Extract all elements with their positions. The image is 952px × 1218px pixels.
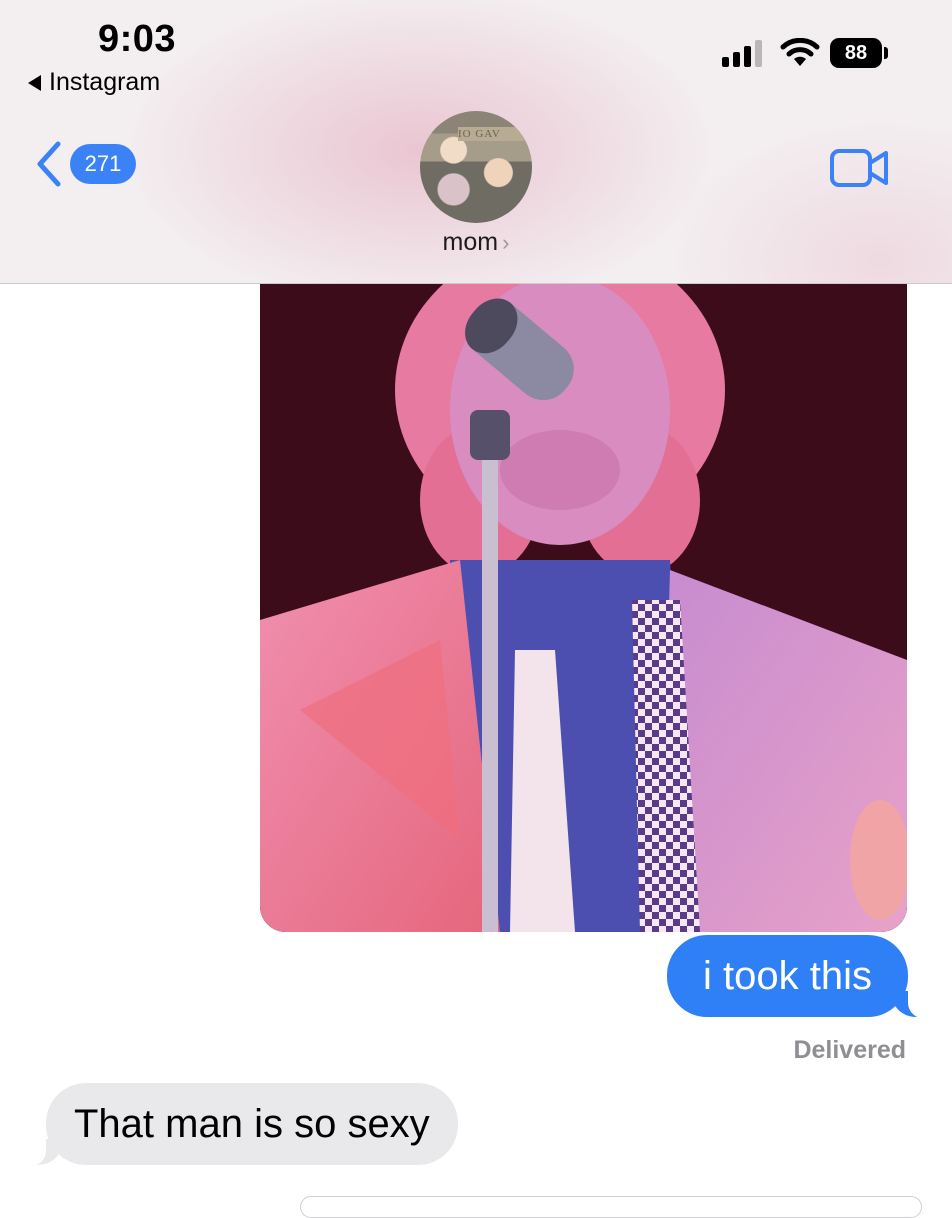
outgoing-message-text: i took this	[703, 953, 872, 998]
incoming-message-text: That man is so sexy	[74, 1101, 430, 1146]
delivered-status: Delivered	[793, 1036, 906, 1064]
concert-photo	[260, 240, 907, 932]
contact-avatar[interactable]: IO GAV	[420, 111, 532, 223]
video-camera-icon[interactable]	[830, 148, 890, 188]
wifi-icon	[780, 38, 820, 66]
battery-level: 88	[844, 41, 868, 64]
avatar-plaque-text: IO GAV	[458, 127, 532, 141]
back-to-app-button[interactable]: Instagram	[28, 68, 160, 97]
chevron-right-icon: ›	[502, 230, 510, 255]
contact-name-button[interactable]: mom ›	[0, 228, 952, 257]
message-input-edge[interactable]	[300, 1196, 922, 1218]
chevron-left-icon	[37, 141, 61, 187]
back-button[interactable]: 271	[34, 140, 136, 188]
status-time: 9:03	[98, 18, 177, 60]
conversation-header: 9:03 Instagram 88 271 IO GAV mom ›	[0, 0, 952, 284]
contact-name: mom	[442, 228, 499, 256]
sent-photo-message[interactable]	[260, 240, 907, 932]
cellular-signal-icon	[722, 40, 762, 67]
outgoing-message-bubble[interactable]: i took this	[667, 935, 930, 1019]
back-app-label: Instagram	[49, 68, 161, 96]
battery-icon: 88	[830, 38, 882, 68]
incoming-message-bubble[interactable]: That man is so sexy	[24, 1083, 458, 1167]
battery-nub	[884, 47, 888, 59]
back-triangle-icon	[28, 74, 41, 91]
unread-count-badge: 271	[70, 144, 136, 184]
